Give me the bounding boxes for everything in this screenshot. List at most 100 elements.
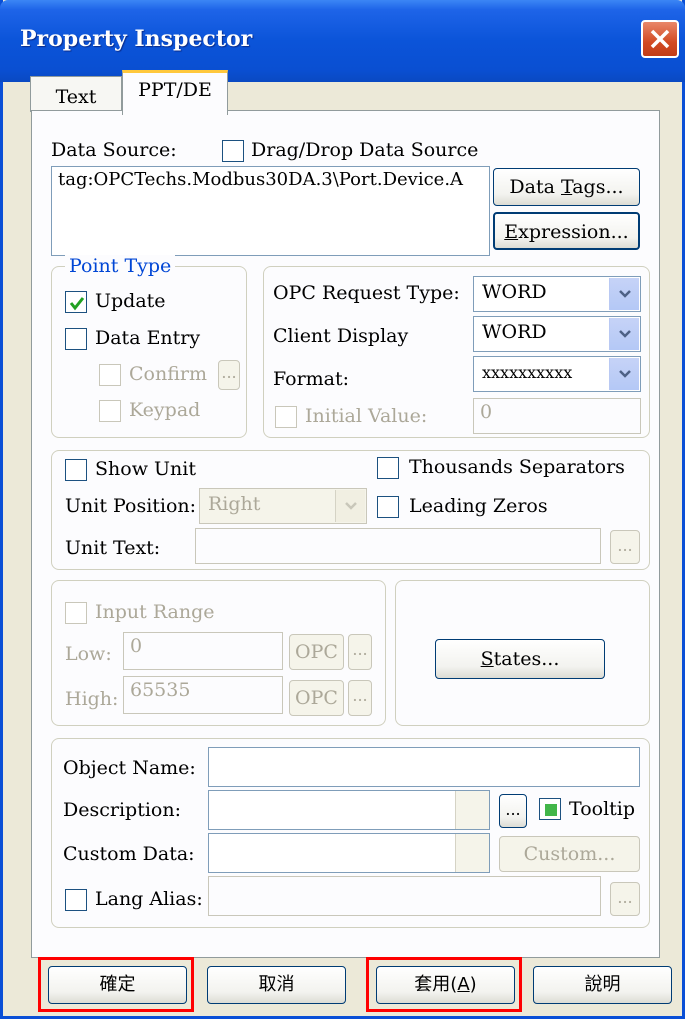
description-label: Description: — [63, 799, 181, 821]
unit-text-more-button[interactable]: ... — [610, 530, 640, 564]
description-more-button[interactable]: ... — [499, 794, 527, 828]
custom-data-spinner[interactable] — [455, 834, 489, 872]
custom-button[interactable]: Custom... — [499, 836, 640, 872]
data-tags-key: T — [561, 176, 573, 198]
help-button[interactable]: 說明 — [533, 966, 672, 1004]
custom-data-input[interactable] — [208, 833, 490, 873]
show-unit-label: Show Unit — [95, 458, 196, 480]
low-label: Low: — [65, 643, 112, 665]
description-input[interactable] — [208, 790, 490, 830]
lang-alias-label: Lang Alias: — [95, 888, 203, 910]
thousands-checkbox[interactable] — [377, 457, 399, 479]
leading-zeros-checkbox[interactable] — [377, 496, 399, 518]
tooltip-check-indicator-icon — [545, 804, 557, 816]
data-entry-checkbox[interactable] — [65, 328, 87, 350]
low-value: 0 — [130, 635, 143, 657]
dragdrop-label: Drag/Drop Data Source — [251, 139, 479, 161]
lang-alias-more-button[interactable]: ... — [610, 882, 640, 916]
data-source-input[interactable]: tag:OPCTechs.Modbus30DA.3\Port.Device.A — [51, 166, 490, 256]
description-spinner[interactable] — [455, 791, 489, 829]
custom-button-label: Custom... — [523, 843, 616, 865]
point-type-legend: Point Type — [65, 255, 176, 277]
data-tags-prefix: Data — [509, 176, 561, 198]
lang-alias-more-label: ... — [617, 888, 633, 907]
low-more-label: ... — [352, 640, 368, 659]
format-select[interactable]: xxxxxxxxxx — [473, 356, 641, 392]
unit-text-label: Unit Text: — [65, 537, 161, 559]
object-name-input[interactable] — [208, 747, 640, 787]
high-label: High: — [65, 688, 119, 710]
dragdrop-checkbox[interactable] — [222, 140, 244, 162]
show-unit-checkbox[interactable] — [65, 459, 87, 481]
states-key: S — [480, 648, 494, 670]
client-display-dropdown[interactable] — [609, 318, 639, 350]
format-dropdown[interactable] — [609, 358, 639, 390]
client-display-label: Client Display — [273, 325, 409, 347]
chevron-down-icon — [345, 502, 357, 510]
tooltip-checkbox[interactable] — [539, 798, 561, 820]
low-more-button[interactable]: ... — [348, 634, 372, 670]
data-source-label: Data Source: — [51, 139, 177, 161]
keypad-checkbox[interactable] — [99, 400, 121, 422]
tab-ppt-de-label: PPT/DE — [138, 79, 212, 101]
tab-text[interactable]: Text — [30, 76, 122, 112]
high-opc-label: OPC — [295, 687, 338, 709]
cancel-button[interactable]: 取消 — [207, 966, 346, 1004]
close-icon — [650, 29, 670, 49]
close-button[interactable] — [641, 20, 679, 58]
confirm-more-button[interactable]: ... — [218, 360, 240, 390]
checkmark-icon — [69, 297, 85, 311]
unit-text-input[interactable] — [195, 528, 601, 564]
confirm-more-label: ... — [221, 363, 237, 382]
request-type-select[interactable]: WORD — [473, 276, 641, 312]
property-inspector-window: Property Inspector Text PPT/DE Data Sour… — [0, 0, 685, 1019]
request-type-dropdown[interactable] — [609, 278, 639, 310]
input-range-label: Input Range — [95, 601, 215, 623]
high-opc-button[interactable]: OPC — [289, 680, 344, 716]
data-source-value: tag:OPCTechs.Modbus30DA.3\Port.Device.A — [58, 169, 464, 190]
expression-button[interactable]: Expression... — [493, 212, 640, 250]
unit-position-label: Unit Position: — [65, 495, 197, 517]
data-tags-suffix: ags... — [572, 176, 624, 198]
unit-position-value: Right — [208, 493, 261, 515]
window-title: Property Inspector — [20, 26, 253, 52]
update-checkbox[interactable] — [65, 291, 87, 313]
tooltip-label: Tooltip — [569, 798, 636, 820]
request-type-value: WORD — [482, 281, 547, 303]
chevron-down-icon — [619, 330, 631, 338]
lang-alias-checkbox[interactable] — [65, 889, 87, 911]
help-label: 說明 — [584, 974, 621, 995]
high-more-button[interactable]: ... — [348, 680, 372, 716]
format-label: Format: — [273, 368, 350, 390]
high-value: 65535 — [130, 679, 191, 701]
title-bar[interactable]: Property Inspector — [0, 0, 685, 82]
low-input[interactable]: 0 — [123, 632, 283, 670]
initial-value-checkbox[interactable] — [275, 406, 297, 428]
expression-suffix: xpression... — [518, 221, 629, 243]
update-label: Update — [95, 290, 166, 312]
request-type-label: OPC Request Type: — [273, 282, 460, 304]
client-display-value: WORD — [482, 321, 547, 343]
low-opc-label: OPC — [295, 641, 338, 663]
lang-alias-input[interactable] — [208, 876, 601, 916]
data-tags-button[interactable]: Data Tags... — [493, 168, 640, 206]
input-range-checkbox[interactable] — [65, 602, 87, 624]
confirm-checkbox[interactable] — [99, 364, 121, 386]
object-name-label: Object Name: — [63, 757, 196, 779]
high-more-label: ... — [352, 686, 368, 705]
cancel-label: 取消 — [258, 974, 295, 995]
keypad-label: Keypad — [129, 399, 201, 421]
states-suffix: tates... — [493, 648, 560, 670]
tab-ppt-de[interactable]: PPT/DE — [122, 70, 228, 115]
data-entry-label: Data Entry — [95, 327, 201, 349]
unit-text-more-label: ... — [617, 536, 633, 555]
confirm-label: Confirm — [129, 363, 207, 385]
initial-value-input[interactable]: 0 — [473, 398, 641, 434]
unit-position-select[interactable]: Right — [199, 488, 367, 524]
states-button[interactable]: States... — [435, 639, 605, 679]
initial-value-value: 0 — [480, 401, 493, 423]
low-opc-button[interactable]: OPC — [289, 634, 344, 670]
unit-position-dropdown[interactable] — [335, 490, 365, 522]
client-display-select[interactable]: WORD — [473, 316, 641, 352]
high-input[interactable]: 65535 — [123, 676, 283, 714]
